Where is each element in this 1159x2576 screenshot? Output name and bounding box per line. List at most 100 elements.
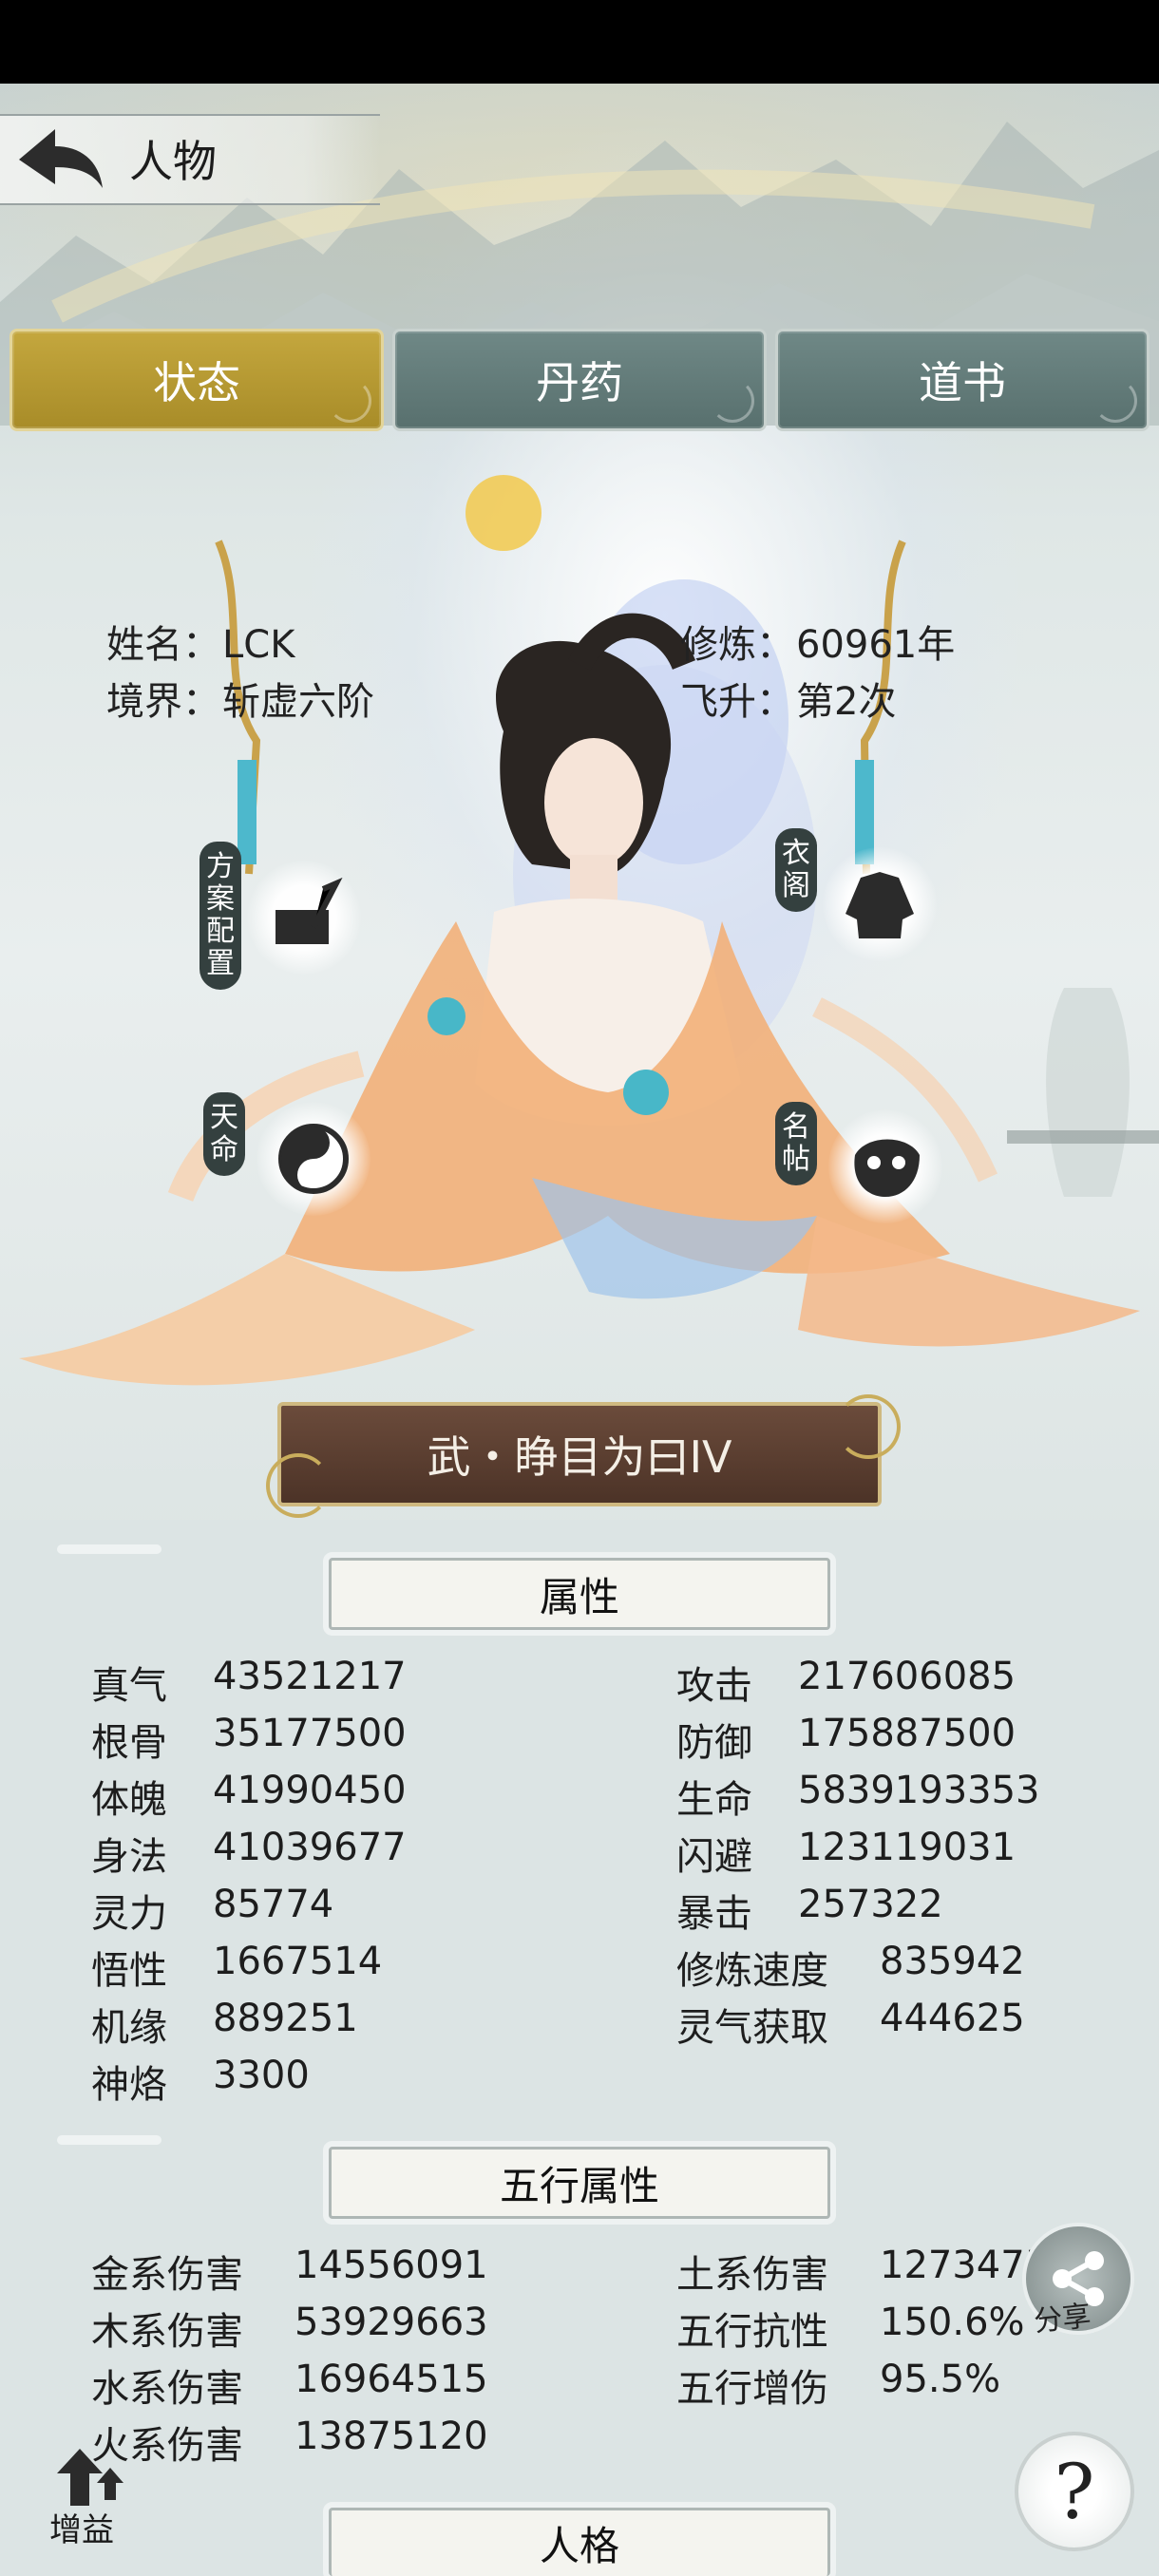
stat-value: 150.6% [880,2301,1025,2344]
destiny-label: 天命 [203,1092,245,1176]
stat-value: 35177500 [213,1712,407,1755]
yin-yang-icon [256,1102,370,1216]
stat-value: 257322 [798,1883,943,1926]
plan-config-label: 方案配置 [200,842,241,990]
mask-icon [828,1109,942,1223]
stat-label: 灵气获取 [676,2006,828,2050]
stat-value: 5839193353 [798,1769,1040,1812]
stat-label: 神烙 [91,2063,167,2107]
cloud-swirl [57,2135,162,2145]
stat-label: 暴击 [676,1892,752,1936]
character-title: 武・睁目为曰IV [427,1431,732,1483]
tab-status-label: 状态 [153,357,240,408]
stat-value: 85774 [213,1883,334,1926]
stat-label: 悟性 [91,1949,167,1993]
stat-row: 五行增伤 95.5% [676,2358,1000,2413]
stat-label: 闪避 [676,1835,752,1879]
stat-label: 攻击 [676,1664,752,1708]
buff-label: 增益 [49,2511,114,2549]
destiny-button[interactable]: 天命 [203,1092,370,1235]
stat-row: 水系伤害 16964515 [91,2358,488,2413]
wardrobe-label: 衣阁 [775,828,817,912]
name-value: LCK [222,623,295,667]
tab-scriptures-label: 道书 [919,357,1006,408]
stat-value: 889251 [213,1997,358,2040]
stat-label: 机缘 [91,2006,167,2050]
stat-row: 灵气获取 444625 [676,1997,1025,2052]
wardrobe-button[interactable]: 衣阁 [775,828,937,971]
tab-scriptures[interactable]: 道书 [775,329,1150,431]
name-card-button[interactable]: 名帖 [775,1102,942,1244]
scroll-brush-icon [247,861,361,975]
stat-value: 41990450 [213,1769,407,1812]
stat-row: 真气 43521217 [91,1655,407,1710]
stat-row: 防御 175887500 [676,1712,1016,1767]
stat-row: 机缘 889251 [91,1997,358,2052]
ascension-label: 飞升： [680,680,794,724]
stat-value: 3300 [213,2054,310,2097]
realm-label: 境界： [106,680,220,724]
stat-row: 根骨 35177500 [91,1712,407,1767]
name-card-label: 名帖 [775,1102,817,1185]
stat-label: 金系伤害 [91,2253,243,2297]
stat-value: 13875120 [294,2415,488,2458]
page-title: 人物 [129,136,217,187]
stat-row: 金系伤害 14556091 [91,2244,488,2299]
stat-value: 16964515 [294,2358,488,2401]
stat-value: 41039677 [213,1826,407,1869]
stat-value: 14556091 [294,2244,488,2287]
stat-row: 土系伤害 1273475 [676,2244,1049,2299]
cultivation-value: 60961年 [796,623,956,667]
status-bar [0,0,1159,84]
attributes-heading: 属性 [329,1558,830,1630]
stat-label: 木系伤害 [91,2310,243,2354]
stat-label: 水系伤害 [91,2367,243,2411]
help-button[interactable]: ? [1015,2432,1134,2551]
character-title-plate[interactable]: 武・睁目为曰IV [277,1402,882,1506]
stat-row: 暴击 257322 [676,1883,943,1938]
up-arrow-icon [57,2449,124,2506]
tab-bar: 状态 丹药 道书 [10,329,1150,435]
tab-status[interactable]: 状态 [10,329,384,431]
stat-row: 闪避 123119031 [676,1826,1016,1881]
attributes-heading-text: 属性 [539,1573,619,1620]
plate-ornament-icon [266,1453,331,1518]
stat-row: 体魄 41990450 [91,1769,407,1824]
back-button[interactable] [13,122,108,198]
personality-heading-text: 人格 [539,2523,619,2569]
stat-row: 灵力 85774 [91,1883,333,1938]
stat-label: 灵力 [91,1892,167,1936]
stat-value: 95.5% [880,2358,1001,2401]
plan-config-button[interactable]: 方案配置 [200,842,361,990]
ascension-field: 飞升：第2次 [680,671,896,726]
realm-field: 境界：斩虚六阶 [106,671,374,726]
question-mark-icon: ? [1054,2447,1095,2536]
stat-value: 175887500 [798,1712,1016,1755]
stat-row: 身法 41039677 [91,1826,407,1881]
stat-label: 根骨 [91,1721,167,1765]
stat-row: 攻击 217606085 [676,1655,1016,1710]
stat-label: 生命 [676,1778,752,1822]
realm-value: 斩虚六阶 [222,680,374,724]
tab-pills-label: 丹药 [536,357,623,408]
plate-ornament-icon [836,1394,901,1459]
stat-value: 835942 [880,1940,1025,1983]
ascension-value: 第2次 [796,680,897,724]
stat-label: 身法 [91,1835,167,1879]
swirl-ornament-icon [328,379,371,423]
stat-label: 五行抗性 [676,2310,828,2354]
robe-icon [823,847,937,961]
stat-row: 生命 5839193353 [676,1769,1040,1824]
five-elements-heading: 五行属性 [329,2147,830,2219]
stat-row: 五行抗性 150.6% [676,2301,1025,2356]
stat-value: 1667514 [213,1940,383,1983]
stat-label: 土系伤害 [676,2253,828,2297]
cloud-swirl [57,1544,162,1554]
cultivation-label: 修炼： [680,623,794,667]
tab-pills[interactable]: 丹药 [392,329,767,431]
stat-label: 真气 [91,1664,167,1708]
stat-label: 防御 [676,1721,752,1765]
name-field: 姓名：LCK [106,614,294,669]
stat-value: 53929663 [294,2301,488,2344]
stat-value: 43521217 [213,1655,407,1698]
